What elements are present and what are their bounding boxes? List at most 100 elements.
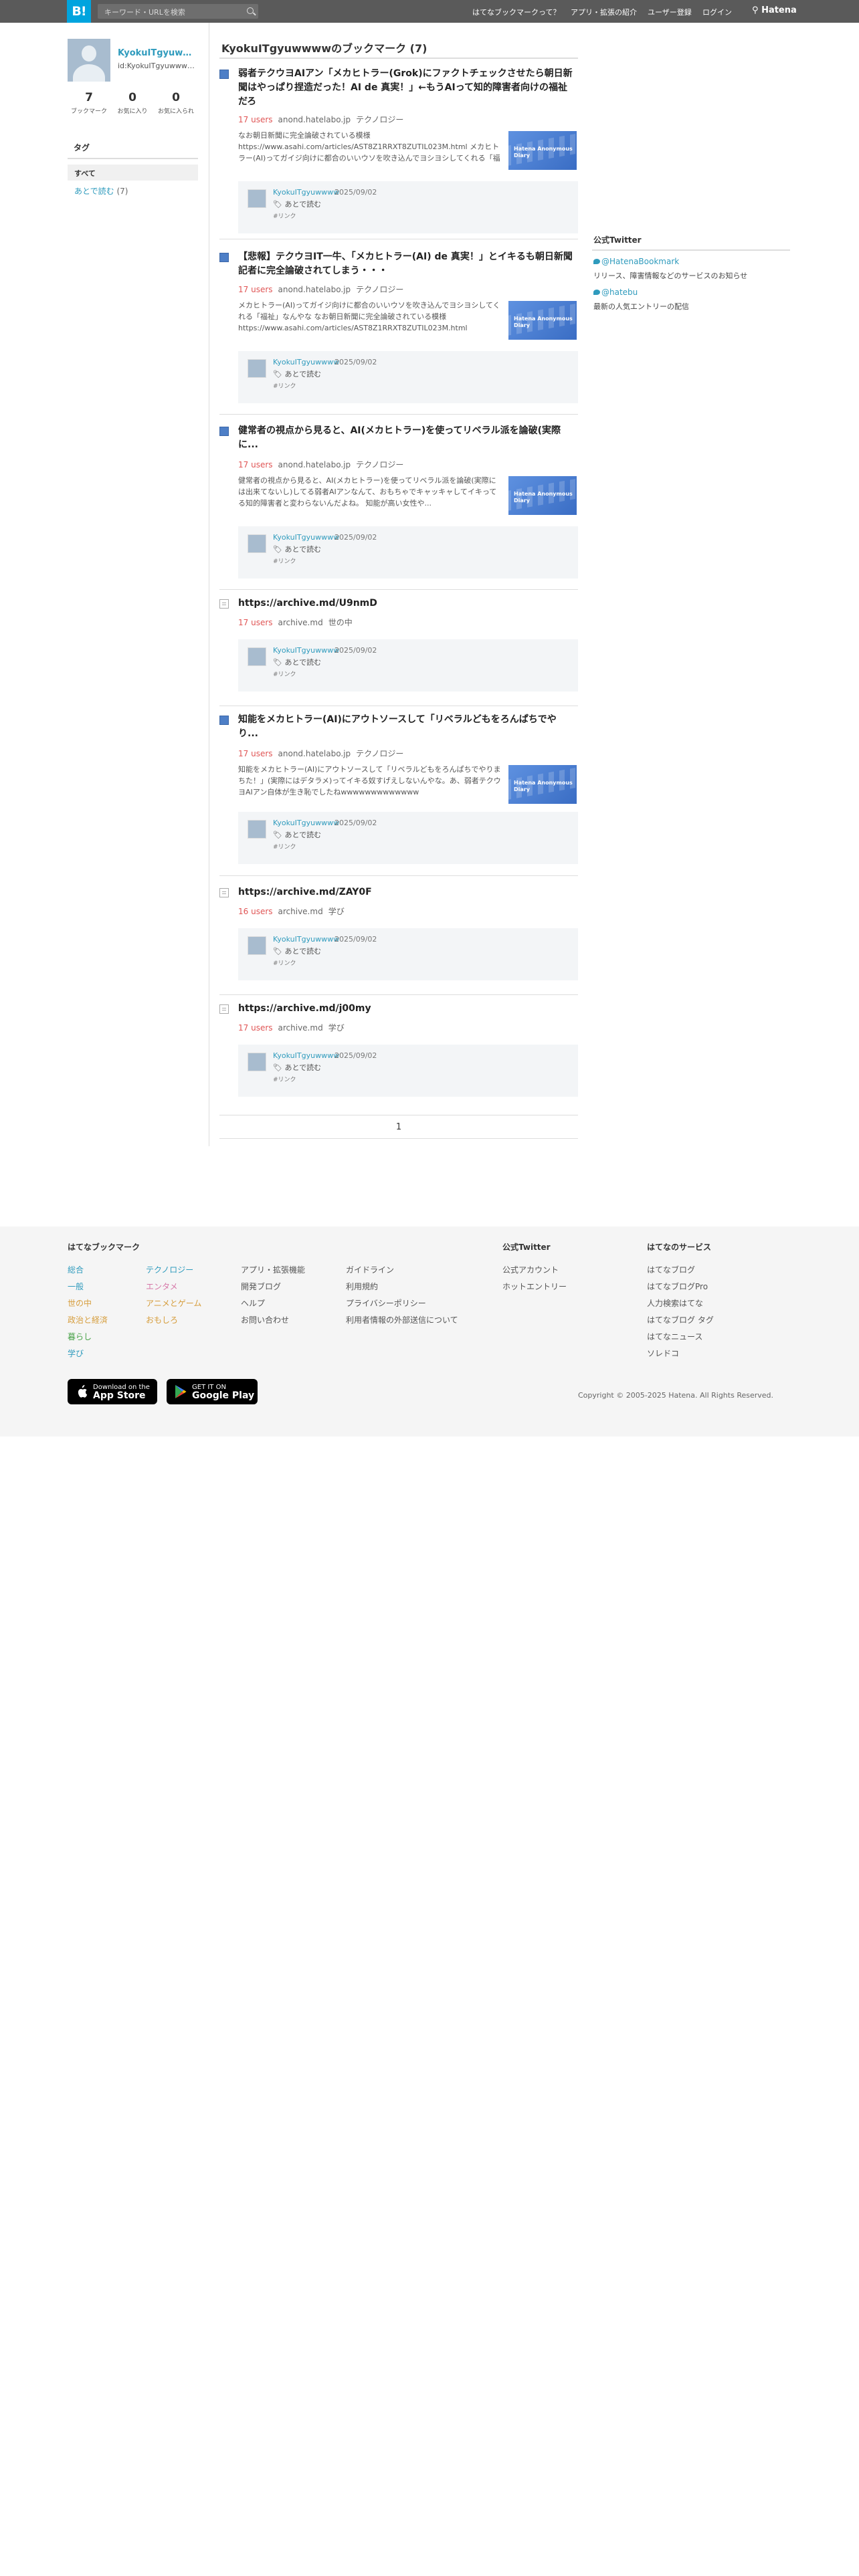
- bookmark-link[interactable]: #リンク: [273, 842, 296, 851]
- footer-service-q[interactable]: 人力検索はてな: [647, 1297, 703, 1309]
- bookmark-tag[interactable]: 🏷 あとで読む: [273, 829, 321, 840]
- stat-favorites[interactable]: 0 お気に入り: [109, 91, 156, 115]
- tag-read-later[interactable]: あとで読む (7): [74, 185, 128, 197]
- entry-category[interactable]: テクノロジー: [356, 749, 403, 758]
- footer-cat-game[interactable]: アニメとゲーム: [146, 1297, 201, 1309]
- footer-link-contact[interactable]: お問い合わせ: [241, 1314, 289, 1325]
- users-count[interactable]: 17 users: [238, 1023, 273, 1033]
- footer-service-blog-pro[interactable]: はてなブログPro: [647, 1281, 708, 1292]
- app-store-button[interactable]: Download on the App Store: [68, 1379, 157, 1404]
- users-count[interactable]: 17 users: [238, 460, 273, 469]
- footer-cat-life[interactable]: 暮らし: [68, 1331, 92, 1342]
- entry-category[interactable]: 学び: [328, 1023, 345, 1033]
- entry-thumbnail[interactable]: Hatena Anonymous Diary: [508, 301, 577, 340]
- entry-domain[interactable]: archive.md: [278, 618, 323, 627]
- entry-category[interactable]: テクノロジー: [356, 460, 403, 469]
- entry-domain[interactable]: anond.hatelabo.jp: [278, 749, 351, 758]
- bookmark-tag[interactable]: 🏷 あとで読む: [273, 1062, 321, 1073]
- entry-domain[interactable]: anond.hatelabo.jp: [278, 115, 351, 124]
- entry-title[interactable]: 知能をメカヒトラー(AI)にアウトソースして「リベラルどもをろんぱちでやり...: [238, 713, 576, 741]
- bookmark-tag[interactable]: 🏷 あとで読む: [273, 657, 321, 667]
- entry-domain[interactable]: archive.md: [278, 907, 323, 916]
- bookmark-user[interactable]: KyokuITgyuwwww: [273, 819, 339, 827]
- user-avatar[interactable]: [248, 647, 266, 666]
- twitter-link-hatenabookmark[interactable]: @HatenaBookmark: [593, 257, 679, 266]
- footer-cat-ippan[interactable]: 一般: [68, 1281, 84, 1292]
- bookmark-link[interactable]: #リンク: [273, 211, 296, 220]
- entry-thumbnail[interactable]: Hatena Anonymous Diary: [508, 476, 577, 515]
- bookmark-link[interactable]: #リンク: [273, 556, 296, 565]
- footer-service-blog[interactable]: はてなブログ: [647, 1264, 695, 1275]
- footer-link-apps[interactable]: アプリ・拡張機能: [241, 1264, 305, 1275]
- footer-link-help[interactable]: ヘルプ: [241, 1297, 265, 1309]
- nav-apps[interactable]: アプリ・拡張の紹介: [571, 7, 637, 17]
- footer-cat-entertainment[interactable]: エンタメ: [146, 1281, 178, 1292]
- hatena-logo[interactable]: ⚲ Hatena: [752, 5, 797, 15]
- entry-title[interactable]: https://archive.md/j00my: [238, 1002, 576, 1016]
- entry-thumbnail[interactable]: Hatena Anonymous Diary: [508, 131, 577, 170]
- entry-category[interactable]: 学び: [328, 907, 345, 916]
- entry-title[interactable]: 【悲報】テクウヨIT一牛、「メカヒトラー(AI) de 真実！」とイキるも朝日新…: [238, 250, 576, 278]
- entry-category[interactable]: テクノロジー: [356, 285, 403, 294]
- entry-category[interactable]: テクノロジー: [356, 115, 403, 124]
- bookmark-user[interactable]: KyokuITgyuwwww: [273, 1051, 339, 1060]
- users-count[interactable]: 17 users: [238, 115, 273, 124]
- user-avatar[interactable]: [248, 1053, 266, 1071]
- twitter-link-hatebu[interactable]: @hatebu: [593, 288, 638, 297]
- user-avatar[interactable]: [248, 936, 266, 955]
- entry-category[interactable]: 世の中: [328, 618, 353, 627]
- entry-title[interactable]: 弱者テクウヨAIアン「メカヒトラー(Grok)にファクトチェックさせたら朝日新聞…: [238, 67, 576, 109]
- google-play-button[interactable]: GET IT ON Google Play: [167, 1379, 258, 1404]
- users-count[interactable]: 17 users: [238, 618, 273, 627]
- bookmark-user[interactable]: KyokuITgyuwwww: [273, 935, 339, 944]
- bookmark-tag[interactable]: 🏷 あとで読む: [273, 946, 321, 956]
- entry-domain[interactable]: anond.hatelabo.jp: [278, 460, 351, 469]
- bookmark-link[interactable]: #リンク: [273, 958, 296, 967]
- bookmark-link[interactable]: #リンク: [273, 381, 296, 390]
- footer-service-news[interactable]: はてなニュース: [647, 1331, 702, 1342]
- footer-service-soredoko[interactable]: ソレドコ: [647, 1348, 679, 1359]
- footer-cat-economics[interactable]: 政治と経済: [68, 1314, 108, 1325]
- footer-cat-social[interactable]: 世の中: [68, 1297, 92, 1309]
- users-count[interactable]: 16 users: [238, 907, 273, 916]
- bookmark-tag[interactable]: 🏷 あとで読む: [273, 544, 321, 554]
- footer-link-devblog[interactable]: 開発ブログ: [241, 1281, 281, 1292]
- footer-link-guideline[interactable]: ガイドライン: [346, 1264, 394, 1275]
- user-avatar[interactable]: [248, 359, 266, 378]
- tag-all[interactable]: すべて: [68, 165, 198, 181]
- profile-name[interactable]: KyokuITgyuwwwww: [118, 48, 198, 58]
- nav-login[interactable]: ログイン: [702, 7, 732, 17]
- user-avatar[interactable]: [248, 820, 266, 839]
- footer-cat-fun[interactable]: おもしろ: [146, 1314, 178, 1325]
- user-avatar[interactable]: [248, 189, 266, 208]
- footer-twitter-hot[interactable]: ホットエントリー: [502, 1281, 567, 1292]
- footer-cat-knowledge[interactable]: 学び: [68, 1348, 84, 1359]
- nav-register[interactable]: ユーザー登録: [648, 7, 692, 17]
- entry-thumbnail[interactable]: Hatena Anonymous Diary: [508, 765, 577, 804]
- footer-cat-general[interactable]: 総合: [68, 1264, 84, 1275]
- bookmark-user[interactable]: KyokuITgyuwwww: [273, 533, 339, 542]
- entry-domain[interactable]: anond.hatelabo.jp: [278, 285, 351, 294]
- footer-link-external[interactable]: 利用者情報の外部送信について: [346, 1314, 458, 1325]
- stat-bookmarks[interactable]: 7 ブックマーク: [66, 91, 112, 115]
- stat-favorited-by[interactable]: 0 お気に入られ: [153, 91, 199, 115]
- users-count[interactable]: 17 users: [238, 285, 273, 294]
- entry-title[interactable]: 健常者の視点から見ると、AI(メカヒトラー)を使ってリベラル派を論破(実際に..…: [238, 424, 576, 452]
- entry-title[interactable]: https://archive.md/ZAY0F: [238, 885, 576, 899]
- footer-twitter-official[interactable]: 公式アカウント: [502, 1264, 559, 1275]
- nav-about[interactable]: はてなブックマークって？: [472, 7, 560, 17]
- bookmark-tag[interactable]: 🏷 あとで読む: [273, 368, 321, 379]
- entry-domain[interactable]: archive.md: [278, 1023, 323, 1033]
- entry-title[interactable]: https://archive.md/U9nmD: [238, 597, 576, 611]
- hatena-bookmark-logo[interactable]: B!: [67, 0, 91, 23]
- bookmark-link[interactable]: #リンク: [273, 1075, 296, 1083]
- footer-link-terms[interactable]: 利用規約: [346, 1281, 378, 1292]
- page-number[interactable]: 1: [396, 1122, 401, 1132]
- footer-link-privacy[interactable]: プライバシーポリシー: [346, 1297, 426, 1309]
- bookmark-user[interactable]: KyokuITgyuwwww: [273, 188, 339, 197]
- search-input[interactable]: キーワード・URLを検索: [98, 4, 258, 19]
- search-icon[interactable]: [247, 7, 254, 14]
- users-count[interactable]: 17 users: [238, 749, 273, 758]
- footer-service-blog-tags[interactable]: はてなブログ タグ: [647, 1314, 714, 1325]
- user-avatar[interactable]: [68, 39, 110, 82]
